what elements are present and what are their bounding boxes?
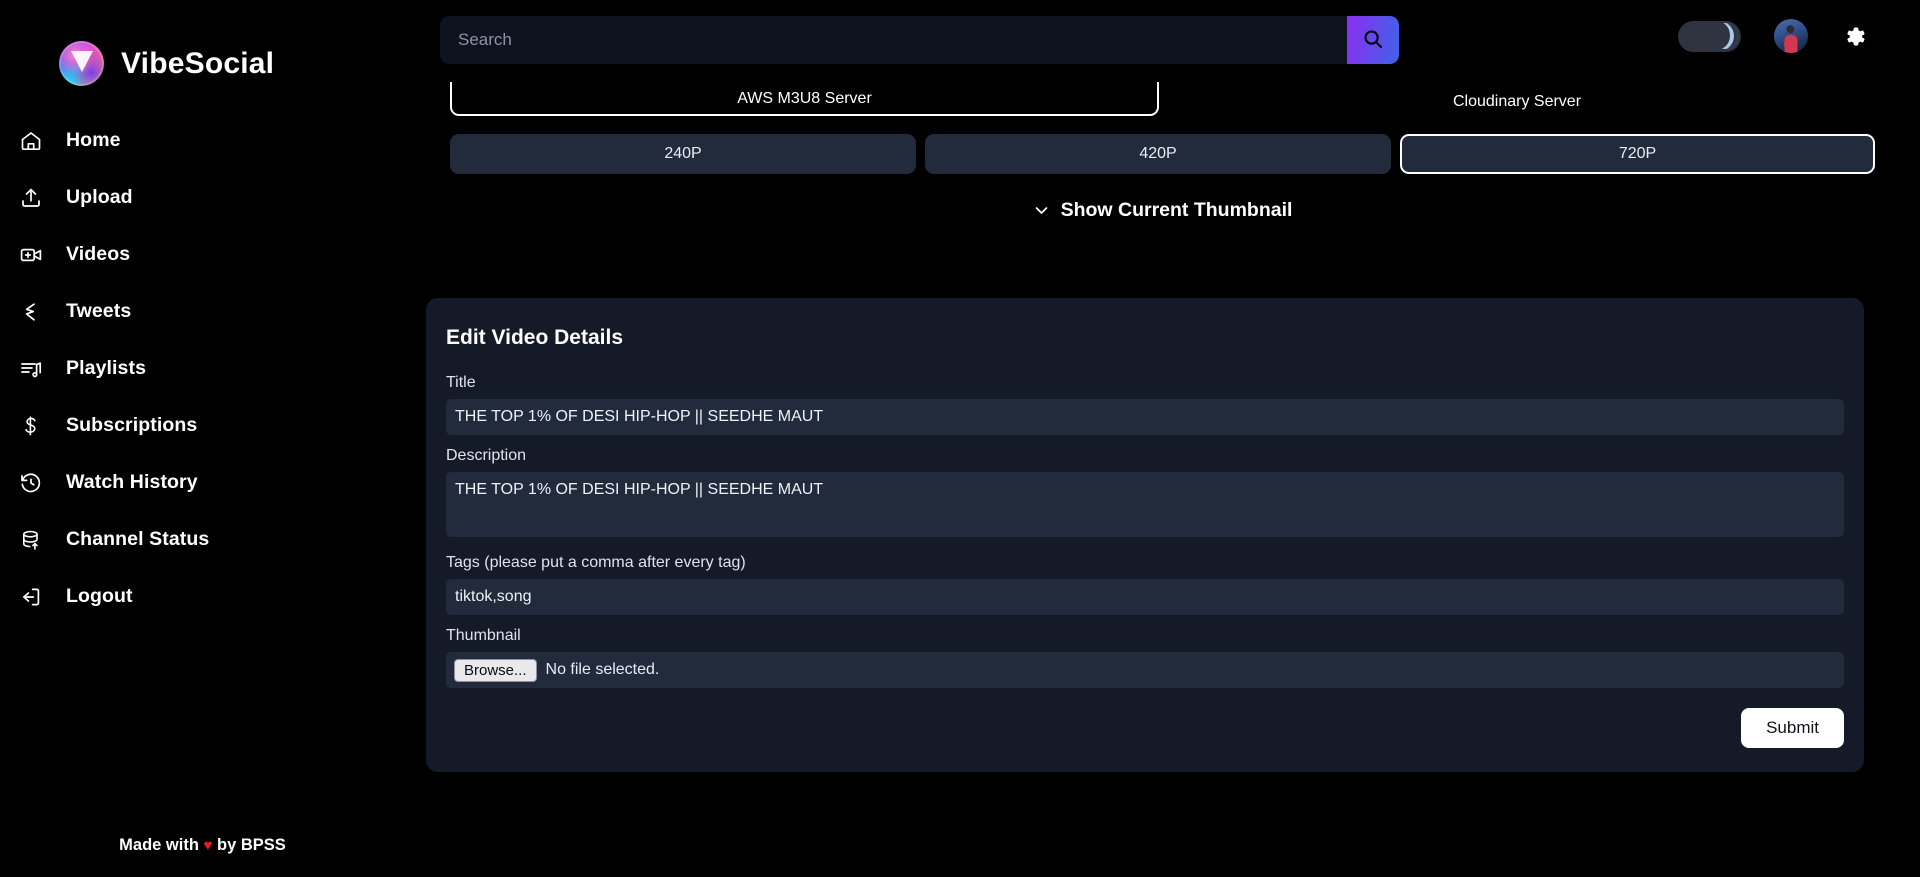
- footer-suffix: by BPSS: [217, 836, 286, 854]
- sidebar: VibeSocial Home Upload Videos Tweets Pla…: [0, 0, 405, 877]
- description-input[interactable]: [446, 472, 1844, 537]
- quality-option-720p[interactable]: 720P: [1400, 134, 1875, 174]
- topbar: [405, 0, 1920, 82]
- sidebar-item-label: Upload: [66, 186, 133, 208]
- server-selector: AWS M3U8 Server Cloudinary Server: [450, 82, 1875, 122]
- browse-button[interactable]: Browse...: [454, 658, 537, 682]
- vibesocial-logo-icon: [59, 41, 104, 86]
- chevron-down-icon: [1033, 202, 1050, 219]
- search-input[interactable]: [440, 16, 1347, 64]
- sidebar-item-label: Watch History: [66, 471, 198, 493]
- server-option-cloudinary[interactable]: Cloudinary Server: [1159, 82, 1875, 122]
- upload-icon: [18, 185, 44, 211]
- search-bar: [440, 16, 1399, 64]
- video-camera-icon: [18, 242, 44, 268]
- sidebar-item-logout[interactable]: Logout: [0, 568, 405, 625]
- title-input[interactable]: [446, 399, 1844, 435]
- sidebar-item-tweets[interactable]: Tweets: [0, 283, 405, 340]
- show-current-thumbnail-label: Show Current Thumbnail: [1060, 199, 1293, 221]
- sidebar-nav: Home Upload Videos Tweets Playlists Subs…: [0, 112, 405, 625]
- quality-option-240p[interactable]: 240P: [450, 134, 916, 174]
- description-field-group: Description: [446, 447, 1844, 542]
- sidebar-item-upload[interactable]: Upload: [0, 169, 405, 226]
- app-root: VibeSocial Home Upload Videos Tweets Pla…: [0, 0, 1920, 877]
- tweet-chevron-icon: [18, 299, 44, 325]
- topbar-actions: [1678, 19, 1868, 53]
- quality-label: 420P: [1139, 145, 1177, 162]
- clock-history-icon: [18, 470, 44, 496]
- show-current-thumbnail-toggle[interactable]: Show Current Thumbnail: [405, 199, 1920, 222]
- moon-icon: [1708, 22, 1738, 49]
- thumbnail-label: Thumbnail: [446, 627, 521, 644]
- title-label: Title: [446, 374, 476, 391]
- sidebar-item-watch-history[interactable]: Watch History: [0, 454, 405, 511]
- avatar[interactable]: [1774, 19, 1808, 53]
- sidebar-item-label: Videos: [66, 243, 131, 265]
- playlist-music-icon: [18, 356, 44, 382]
- page-title: Edit Video Details: [446, 326, 623, 349]
- sidebar-item-home[interactable]: Home: [0, 112, 405, 169]
- sidebar-item-subscriptions[interactable]: Subscriptions: [0, 397, 405, 454]
- sidebar-item-videos[interactable]: Videos: [0, 226, 405, 283]
- server-label: AWS M3U8 Server: [737, 90, 872, 107]
- tags-input[interactable]: [446, 579, 1844, 615]
- theme-toggle[interactable]: [1678, 20, 1741, 52]
- search-button[interactable]: [1347, 16, 1399, 64]
- gear-icon[interactable]: [1841, 23, 1868, 50]
- sidebar-item-label: Tweets: [66, 300, 132, 322]
- search-icon: [1361, 27, 1385, 54]
- subscriptions-icon: [18, 413, 44, 439]
- title-field-group: Title: [446, 374, 1844, 435]
- quality-label: 240P: [664, 145, 702, 162]
- file-status-label: No file selected.: [545, 661, 660, 678]
- thumbnail-file-input[interactable]: Browse... No file selected.: [446, 652, 1844, 688]
- sidebar-item-label: Playlists: [66, 357, 147, 379]
- footer-prefix: Made with: [119, 836, 199, 854]
- brand-name: VibeSocial: [121, 46, 275, 80]
- quality-selector: 240P 420P 720P: [450, 134, 1875, 174]
- sidebar-item-playlists[interactable]: Playlists: [0, 340, 405, 397]
- main-content: AWS M3U8 Server Cloudinary Server 240P 4…: [405, 82, 1920, 877]
- sidebar-footer-credit: Made with ♥ by BPSS: [0, 836, 405, 855]
- submit-row: Submit: [446, 708, 1844, 748]
- sidebar-item-label: Home: [66, 129, 121, 151]
- home-icon: [18, 128, 44, 154]
- edit-video-details-card: Edit Video Details Title Description Tag…: [426, 298, 1864, 772]
- sidebar-item-label: Logout: [66, 585, 133, 607]
- description-label: Description: [446, 447, 527, 464]
- sidebar-item-channel-status[interactable]: Channel Status: [0, 511, 405, 568]
- logout-icon: [18, 584, 44, 610]
- sidebar-item-label: Subscriptions: [66, 414, 198, 436]
- quality-label: 720P: [1618, 145, 1657, 162]
- brand[interactable]: VibeSocial: [0, 0, 405, 100]
- server-label: Cloudinary Server: [1452, 93, 1582, 110]
- tags-label: Tags (please put a comma after every tag…: [446, 554, 746, 571]
- database-upload-icon: [18, 527, 44, 553]
- server-option-aws[interactable]: AWS M3U8 Server: [450, 82, 1159, 116]
- quality-option-420p[interactable]: 420P: [925, 134, 1391, 174]
- sidebar-item-label: Channel Status: [66, 528, 210, 550]
- submit-button[interactable]: Submit: [1741, 708, 1844, 748]
- tags-field-group: Tags (please put a comma after every tag…: [446, 554, 1844, 615]
- thumbnail-field-group: Thumbnail Browse... No file selected.: [446, 627, 1844, 688]
- heart-icon: ♥: [203, 837, 213, 854]
